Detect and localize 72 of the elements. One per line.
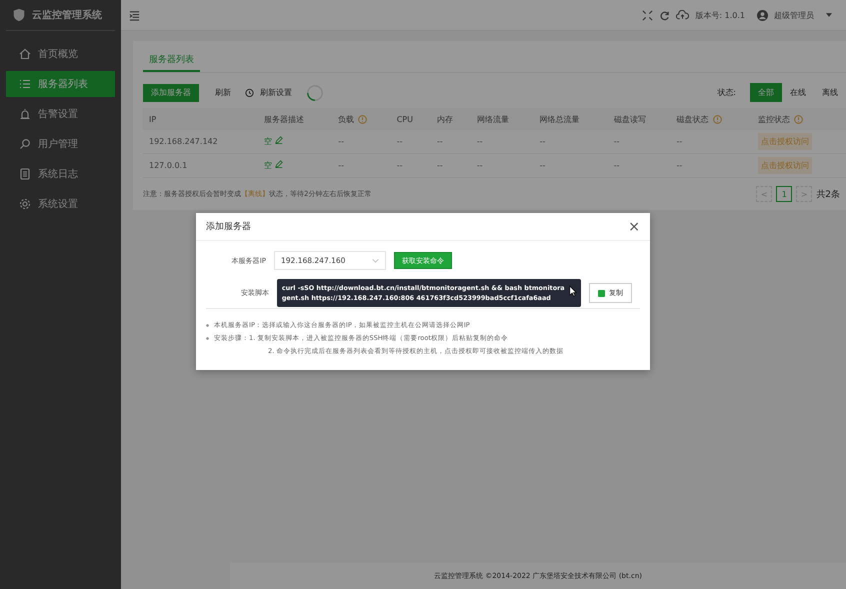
table-cell: 127.0.0.1 xyxy=(149,161,188,170)
close-button[interactable]: × xyxy=(628,220,640,234)
column-header: 服务器描述 xyxy=(264,114,304,124)
tab[interactable]: 服务器列表 xyxy=(143,49,200,72)
info-icon xyxy=(712,114,722,124)
nav-item[interactable]: 首页概览 xyxy=(6,41,115,67)
table-cell: -- xyxy=(338,161,344,170)
status-filter[interactable]: 离线 xyxy=(814,83,846,102)
table-cell: -- xyxy=(338,137,344,146)
nav-item[interactable]: 服务器列表 xyxy=(6,71,115,97)
column-header: 磁盘状态 xyxy=(676,114,709,124)
total-count: 共2条 xyxy=(816,188,840,200)
cloud-icon xyxy=(676,10,690,20)
table-cell: -- xyxy=(476,137,483,146)
table-cell: -- xyxy=(396,137,402,146)
app-title: 云监控管理系统 xyxy=(32,8,102,22)
table-cell: -- xyxy=(476,161,483,170)
alarm-icon xyxy=(19,108,31,120)
copy-icon xyxy=(598,290,605,296)
column-header: 负载 xyxy=(338,114,354,124)
table-cell: -- xyxy=(676,161,682,170)
page-button[interactable]: 1 xyxy=(776,186,792,202)
table-cell: 192.168.247.142 xyxy=(149,137,218,146)
status-label: 状态: xyxy=(717,87,736,98)
table-cell: 空 xyxy=(264,137,272,146)
refresh-icon[interactable] xyxy=(659,10,670,20)
loading-spinner-icon xyxy=(306,84,324,102)
menu-icon[interactable] xyxy=(129,10,140,20)
user-menu[interactable]: 超级管理员 xyxy=(774,10,814,20)
add-server-button[interactable]: 添加服务器 xyxy=(143,84,199,102)
refresh-button[interactable]: 刷新 xyxy=(215,87,231,98)
shield-logo-icon xyxy=(12,8,26,22)
table-cell: -- xyxy=(676,137,682,146)
edit-icon[interactable] xyxy=(275,136,284,144)
table-cell: -- xyxy=(614,137,620,146)
table-cell: -- xyxy=(614,161,620,170)
version-text: 版本号: 1.0.1 xyxy=(695,10,745,20)
table-cell: -- xyxy=(436,137,443,146)
info-icon xyxy=(794,114,803,124)
table-cell: -- xyxy=(540,161,546,170)
status-filter[interactable]: 在线 xyxy=(782,83,814,102)
table-cell: -- xyxy=(540,137,546,146)
nav-item[interactable]: 系统日志 xyxy=(6,161,115,187)
column-header: 网络总流量 xyxy=(540,114,580,124)
edit-icon[interactable] xyxy=(275,160,284,168)
fullscreen-icon[interactable] xyxy=(642,10,654,20)
column-header: 内存 xyxy=(436,114,453,124)
clock-icon xyxy=(245,88,254,97)
chevron-icon xyxy=(372,258,379,262)
nav-item[interactable]: 用户管理 xyxy=(6,131,115,157)
mouse-cursor-icon xyxy=(569,285,577,297)
table-cell: 空 xyxy=(264,161,272,170)
search-icon xyxy=(19,138,31,150)
caret-icon xyxy=(826,13,832,17)
dialog-title: 添加服务器 xyxy=(206,220,251,233)
nav-item[interactable]: 系统设置 xyxy=(6,191,115,217)
status-filter[interactable]: 全部 xyxy=(750,83,782,102)
document-icon xyxy=(19,168,31,180)
column-header: CPU xyxy=(396,114,413,124)
column-header: IP xyxy=(149,114,156,124)
settings-icon xyxy=(19,198,31,210)
column-header: 磁盘读写 xyxy=(614,114,646,124)
column-header: 监控状态 xyxy=(758,114,790,124)
column-header: 网络流量 xyxy=(476,114,509,124)
nav-item[interactable]: 告警设置 xyxy=(6,101,115,127)
user-avatar-icon xyxy=(757,10,768,20)
table-cell: -- xyxy=(396,161,402,170)
home-icon xyxy=(19,48,31,60)
table-cell: -- xyxy=(436,161,443,170)
list-icon xyxy=(19,78,31,90)
info-icon xyxy=(358,114,368,124)
refresh-settings-button[interactable]: 刷新设置 xyxy=(260,87,292,98)
